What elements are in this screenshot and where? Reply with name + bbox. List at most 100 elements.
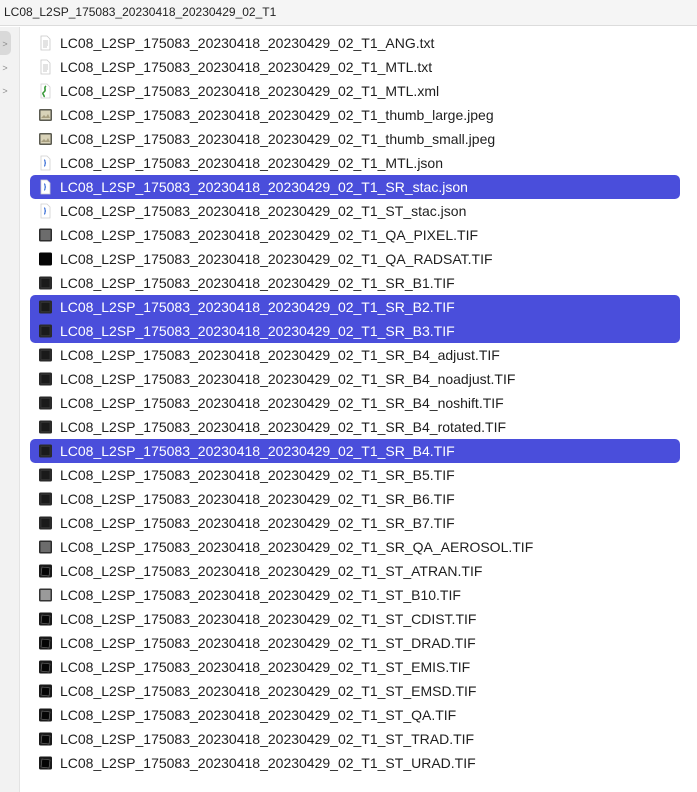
file-row[interactable]: LC08_L2SP_175083_20230418_20230429_02_T1… (30, 655, 680, 679)
file-row[interactable]: LC08_L2SP_175083_20230418_20230429_02_T1… (30, 703, 680, 727)
file-name: LC08_L2SP_175083_20230418_20230429_02_T1… (60, 515, 455, 531)
file-name: LC08_L2SP_175083_20230418_20230429_02_T1… (60, 371, 516, 387)
file-row[interactable]: LC08_L2SP_175083_20230418_20230429_02_T1… (30, 511, 680, 535)
tif-image-icon (38, 395, 53, 411)
tif-image-icon (38, 683, 53, 699)
file-row[interactable]: LC08_L2SP_175083_20230418_20230429_02_T1… (30, 175, 680, 199)
file-name: LC08_L2SP_175083_20230418_20230429_02_T1… (60, 35, 435, 51)
file-name: LC08_L2SP_175083_20230418_20230429_02_T1… (60, 467, 455, 483)
file-row[interactable]: LC08_L2SP_175083_20230418_20230429_02_T1… (30, 391, 680, 415)
tif-image-icon (38, 419, 53, 435)
file-row[interactable]: LC08_L2SP_175083_20230418_20230429_02_T1… (30, 79, 680, 103)
tif-image-icon (38, 539, 53, 555)
file-name: LC08_L2SP_175083_20230418_20230429_02_T1… (60, 443, 455, 459)
file-name: LC08_L2SP_175083_20230418_20230429_02_T1… (60, 611, 477, 627)
tif-image-icon (38, 611, 53, 627)
file-name: LC08_L2SP_175083_20230418_20230429_02_T1… (60, 131, 496, 147)
tif-image-icon (38, 275, 53, 291)
file-name: LC08_L2SP_175083_20230418_20230429_02_T1… (60, 755, 476, 771)
tif-image-icon (38, 635, 53, 651)
window-titlebar: LC08_L2SP_175083_20230418_20230429_02_T1 (0, 0, 697, 26)
tif-image-icon (38, 323, 53, 339)
text-document-icon (38, 35, 53, 51)
file-name: LC08_L2SP_175083_20230418_20230429_02_T1… (60, 275, 455, 291)
file-name: LC08_L2SP_175083_20230418_20230429_02_T1… (60, 563, 483, 579)
window-title: LC08_L2SP_175083_20230418_20230429_02_T1 (4, 5, 277, 19)
file-row[interactable]: LC08_L2SP_175083_20230418_20230429_02_T1… (30, 415, 680, 439)
file-row[interactable]: LC08_L2SP_175083_20230418_20230429_02_T1… (30, 55, 680, 79)
tif-image-icon (38, 563, 53, 579)
file-name: LC08_L2SP_175083_20230418_20230429_02_T1… (60, 731, 475, 747)
file-row[interactable]: LC08_L2SP_175083_20230418_20230429_02_T1… (30, 727, 680, 751)
image-thumbnail-icon (38, 131, 53, 147)
image-thumbnail-icon (38, 107, 53, 123)
json-document-icon (38, 179, 53, 195)
file-name: LC08_L2SP_175083_20230418_20230429_02_T1… (60, 59, 433, 75)
file-name: LC08_L2SP_175083_20230418_20230429_02_T1… (60, 683, 477, 699)
file-row[interactable]: LC08_L2SP_175083_20230418_20230429_02_T1… (30, 31, 680, 55)
file-name: LC08_L2SP_175083_20230418_20230429_02_T1… (60, 707, 457, 723)
file-name: LC08_L2SP_175083_20230418_20230429_02_T1… (60, 539, 534, 555)
file-row[interactable]: LC08_L2SP_175083_20230418_20230429_02_T1… (30, 319, 680, 343)
file-name: LC08_L2SP_175083_20230418_20230429_02_T1… (60, 155, 443, 171)
text-document-icon (38, 59, 53, 75)
file-row[interactable]: LC08_L2SP_175083_20230418_20230429_02_T1… (30, 631, 680, 655)
file-name: LC08_L2SP_175083_20230418_20230429_02_T1… (60, 635, 476, 651)
tif-image-icon (38, 347, 53, 363)
tif-image-icon (38, 707, 53, 723)
tif-image-icon (38, 467, 53, 483)
file-row[interactable]: LC08_L2SP_175083_20230418_20230429_02_T1… (30, 559, 680, 583)
file-row[interactable]: LC08_L2SP_175083_20230418_20230429_02_T1… (30, 679, 680, 703)
tif-image-icon (38, 299, 53, 315)
file-name: LC08_L2SP_175083_20230418_20230429_02_T1… (60, 83, 440, 99)
file-name: LC08_L2SP_175083_20230418_20230429_02_T1… (60, 107, 494, 123)
file-row[interactable]: LC08_L2SP_175083_20230418_20230429_02_T1… (30, 343, 680, 367)
file-row[interactable]: LC08_L2SP_175083_20230418_20230429_02_T1… (30, 247, 680, 271)
file-list: LC08_L2SP_175083_20230418_20230429_02_T1… (30, 31, 680, 775)
file-name: LC08_L2SP_175083_20230418_20230429_02_T1… (60, 659, 471, 675)
tif-image-icon (38, 251, 53, 267)
tif-image-icon (38, 659, 53, 675)
file-row[interactable]: LC08_L2SP_175083_20230418_20230429_02_T1… (30, 439, 680, 463)
file-row[interactable]: LC08_L2SP_175083_20230418_20230429_02_T1… (30, 607, 680, 631)
file-name: LC08_L2SP_175083_20230418_20230429_02_T1… (60, 491, 455, 507)
json-document-icon (38, 155, 53, 171)
file-row[interactable]: LC08_L2SP_175083_20230418_20230429_02_T1… (30, 151, 680, 175)
tif-image-icon (38, 755, 53, 771)
file-row[interactable]: LC08_L2SP_175083_20230418_20230429_02_T1… (30, 367, 680, 391)
file-row[interactable]: LC08_L2SP_175083_20230418_20230429_02_T1… (30, 535, 680, 559)
file-name: LC08_L2SP_175083_20230418_20230429_02_T1… (60, 587, 461, 603)
file-name: LC08_L2SP_175083_20230418_20230429_02_T1… (60, 299, 455, 315)
json-document-icon (38, 203, 53, 219)
file-name: LC08_L2SP_175083_20230418_20230429_02_T1… (60, 419, 507, 435)
file-row[interactable]: LC08_L2SP_175083_20230418_20230429_02_T1… (30, 199, 680, 223)
tif-image-icon (38, 443, 53, 459)
chevron-right-icon[interactable]: > (0, 86, 10, 96)
xml-document-icon (38, 83, 53, 99)
file-name: LC08_L2SP_175083_20230418_20230429_02_T1… (60, 227, 479, 243)
file-row[interactable]: LC08_L2SP_175083_20230418_20230429_02_T1… (30, 463, 680, 487)
file-row[interactable]: LC08_L2SP_175083_20230418_20230429_02_T1… (30, 583, 680, 607)
file-row[interactable]: LC08_L2SP_175083_20230418_20230429_02_T1… (30, 295, 680, 319)
file-name: LC08_L2SP_175083_20230418_20230429_02_T1… (60, 347, 500, 363)
file-name: LC08_L2SP_175083_20230418_20230429_02_T1… (60, 251, 493, 267)
tif-image-icon (38, 227, 53, 243)
file-name: LC08_L2SP_175083_20230418_20230429_02_T1… (60, 203, 467, 219)
tif-image-icon (38, 515, 53, 531)
file-row[interactable]: LC08_L2SP_175083_20230418_20230429_02_T1… (30, 103, 680, 127)
file-row[interactable]: LC08_L2SP_175083_20230418_20230429_02_T1… (30, 487, 680, 511)
tif-image-icon (38, 587, 53, 603)
chevron-right-icon[interactable]: > (0, 63, 10, 73)
tif-image-icon (38, 491, 53, 507)
file-row[interactable]: LC08_L2SP_175083_20230418_20230429_02_T1… (30, 751, 680, 775)
file-name: LC08_L2SP_175083_20230418_20230429_02_T1… (60, 395, 504, 411)
tif-image-icon (38, 731, 53, 747)
tif-image-icon (38, 371, 53, 387)
file-row[interactable]: LC08_L2SP_175083_20230418_20230429_02_T1… (30, 271, 680, 295)
file-row[interactable]: LC08_L2SP_175083_20230418_20230429_02_T1… (30, 127, 680, 151)
chevron-right-icon[interactable]: > (0, 39, 10, 49)
file-name: LC08_L2SP_175083_20230418_20230429_02_T1… (60, 179, 468, 195)
sidebar: > > > (0, 27, 20, 792)
file-row[interactable]: LC08_L2SP_175083_20230418_20230429_02_T1… (30, 223, 680, 247)
file-name: LC08_L2SP_175083_20230418_20230429_02_T1… (60, 323, 455, 339)
